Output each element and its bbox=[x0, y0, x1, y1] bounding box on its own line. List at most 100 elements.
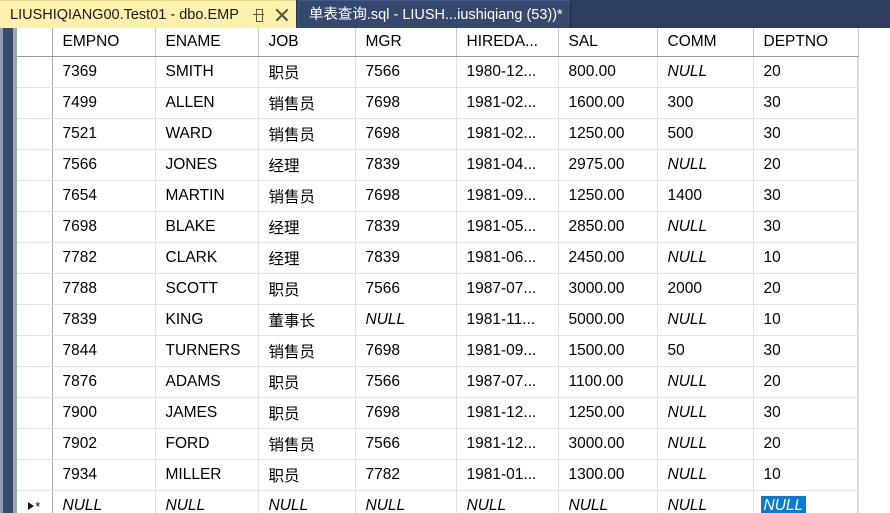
cell-hiredate[interactable]: 1980-12... bbox=[456, 56, 559, 88]
table-row[interactable]: 7788 SCOTT 职员 7566 1987-07... 3000.00 2000 20 bbox=[17, 273, 859, 305]
row-header-cell[interactable] bbox=[17, 242, 53, 274]
cell-comm[interactable]: NULL bbox=[657, 56, 754, 88]
cell-deptno[interactable]: 20 bbox=[753, 428, 859, 460]
cell-deptno[interactable]: 30 bbox=[753, 335, 859, 367]
cell-job[interactable]: NULL bbox=[258, 490, 356, 513]
cell-mgr[interactable]: 7782 bbox=[355, 459, 457, 491]
table-row[interactable]: 7369 SMITH 职员 7566 1980-12... 800.00 NULL 20 bbox=[17, 56, 859, 88]
row-header-cell[interactable] bbox=[17, 118, 53, 150]
cell-ename[interactable]: NULL bbox=[155, 490, 259, 513]
cell-hiredate[interactable]: 1981-01... bbox=[456, 459, 559, 491]
cell-sal[interactable]: 1100.00 bbox=[558, 366, 658, 398]
column-header-gutter[interactable] bbox=[17, 28, 53, 57]
cell-hiredate[interactable]: 1987-07... bbox=[456, 273, 559, 305]
cell-ename[interactable]: FORD bbox=[155, 428, 259, 460]
row-header-cell[interactable] bbox=[17, 459, 53, 491]
cell-deptno[interactable]: 30 bbox=[753, 397, 859, 429]
cell-sal[interactable]: 1250.00 bbox=[558, 397, 658, 429]
table-row[interactable]: 7844 TURNERS 销售员 7698 1981-09... 1500.00 50 30 bbox=[17, 335, 859, 367]
cell-mgr[interactable]: NULL bbox=[355, 490, 457, 513]
cell-sal[interactable]: 1500.00 bbox=[558, 335, 658, 367]
cell-job[interactable]: 经理 bbox=[258, 242, 356, 274]
column-header-sal[interactable]: SAL bbox=[558, 28, 658, 57]
cell-deptno[interactable]: 20 bbox=[753, 273, 859, 305]
column-header-empno[interactable]: EMPNO bbox=[52, 28, 156, 57]
row-header-cell[interactable] bbox=[17, 335, 53, 367]
cell-job[interactable]: 职员 bbox=[258, 273, 356, 305]
cell-deptno[interactable]: 30 bbox=[753, 118, 859, 150]
cell-job[interactable]: 职员 bbox=[258, 366, 356, 398]
cell-mgr[interactable]: 7698 bbox=[355, 335, 457, 367]
cell-empno[interactable]: 7900 bbox=[52, 397, 156, 429]
cell-deptno[interactable]: 10 bbox=[753, 304, 859, 336]
cell-deptno[interactable]: NULL bbox=[753, 490, 859, 513]
cell-deptno[interactable]: 10 bbox=[753, 242, 859, 274]
cell-empno[interactable]: 7839 bbox=[52, 304, 156, 336]
cell-comm[interactable]: NULL bbox=[657, 242, 754, 274]
close-icon[interactable] bbox=[275, 8, 289, 22]
cell-empno[interactable]: 7369 bbox=[52, 56, 156, 88]
tab-dbo-emp[interactable]: LIUSHIQIANG00.Test01 - dbo.EMP bbox=[0, 0, 296, 28]
cell-sal[interactable]: 3000.00 bbox=[558, 273, 658, 305]
row-header-cell[interactable] bbox=[17, 273, 53, 305]
cell-mgr[interactable]: 7839 bbox=[355, 149, 457, 181]
cell-hiredate[interactable]: 1981-09... bbox=[456, 180, 559, 212]
cell-sal[interactable]: 1600.00 bbox=[558, 87, 658, 119]
cell-comm[interactable]: NULL bbox=[657, 428, 754, 460]
cell-deptno[interactable]: 20 bbox=[753, 149, 859, 181]
cell-mgr[interactable]: 7566 bbox=[355, 366, 457, 398]
cell-empno[interactable]: 7788 bbox=[52, 273, 156, 305]
table-row[interactable]: 7499 ALLEN 销售员 7698 1981-02... 1600.00 300 30 bbox=[17, 87, 859, 119]
pin-icon[interactable] bbox=[251, 8, 265, 22]
cell-mgr[interactable]: NULL bbox=[355, 304, 457, 336]
cell-sal[interactable]: 1250.00 bbox=[558, 180, 658, 212]
column-header-mgr[interactable]: MGR bbox=[355, 28, 457, 57]
cell-mgr[interactable]: 7839 bbox=[355, 211, 457, 243]
row-header-cell[interactable] bbox=[17, 149, 53, 181]
cell-empno[interactable]: 7902 bbox=[52, 428, 156, 460]
cell-ename[interactable]: MARTIN bbox=[155, 180, 259, 212]
cell-ename[interactable]: ALLEN bbox=[155, 87, 259, 119]
cell-comm[interactable]: 300 bbox=[657, 87, 754, 119]
table-row[interactable]: 7782 CLARK 经理 7839 1981-06... 2450.00 NULL 10 bbox=[17, 242, 859, 274]
row-header-cell[interactable] bbox=[17, 366, 53, 398]
cell-ename[interactable]: JAMES bbox=[155, 397, 259, 429]
cell-mgr[interactable]: 7698 bbox=[355, 118, 457, 150]
cell-empno[interactable]: NULL bbox=[52, 490, 156, 513]
cell-sal[interactable]: 2975.00 bbox=[558, 149, 658, 181]
cell-hiredate[interactable]: 1981-02... bbox=[456, 118, 559, 150]
cell-empno[interactable]: 7934 bbox=[52, 459, 156, 491]
cell-empno[interactable]: 7654 bbox=[52, 180, 156, 212]
cell-deptno[interactable]: 20 bbox=[753, 56, 859, 88]
row-header-cell[interactable] bbox=[17, 56, 53, 88]
cell-job[interactable]: 经理 bbox=[258, 149, 356, 181]
table-row[interactable]: 7654 MARTIN 销售员 7698 1981-09... 1250.00 1400 30 bbox=[17, 180, 859, 212]
cell-sal[interactable]: 800.00 bbox=[558, 56, 658, 88]
table-row[interactable]: 7876 ADAMS 职员 7566 1987-07... 1100.00 NULL 20 bbox=[17, 366, 859, 398]
cell-mgr[interactable]: 7839 bbox=[355, 242, 457, 274]
cell-ename[interactable]: KING bbox=[155, 304, 259, 336]
cell-ename[interactable]: TURNERS bbox=[155, 335, 259, 367]
cell-sal[interactable]: NULL bbox=[558, 490, 658, 513]
cell-comm[interactable]: NULL bbox=[657, 490, 754, 513]
cell-job[interactable]: 销售员 bbox=[258, 180, 356, 212]
cell-ename[interactable]: WARD bbox=[155, 118, 259, 150]
tab-query-sql[interactable]: 单表查询.sql - LIUSH...iushiqiang (53))* bbox=[297, 0, 571, 28]
table-row[interactable]: 7839 KING 董事长 NULL 1981-11... 5000.00 NULL 10 bbox=[17, 304, 859, 336]
column-header-hiredate[interactable]: HIREDA... bbox=[456, 28, 559, 57]
table-row[interactable]: 7900 JAMES 职员 7698 1981-12... 1250.00 NULL 30 bbox=[17, 397, 859, 429]
cell-hiredate[interactable]: 1981-04... bbox=[456, 149, 559, 181]
table-row[interactable]: 7698 BLAKE 经理 7839 1981-05... 2850.00 NULL 30 bbox=[17, 211, 859, 243]
cell-ename[interactable]: JONES bbox=[155, 149, 259, 181]
cell-job[interactable]: 经理 bbox=[258, 211, 356, 243]
cell-comm[interactable]: 1400 bbox=[657, 180, 754, 212]
cell-hiredate[interactable]: 1981-12... bbox=[456, 397, 559, 429]
cell-job[interactable]: 销售员 bbox=[258, 428, 356, 460]
cell-ename[interactable]: BLAKE bbox=[155, 211, 259, 243]
cell-comm[interactable]: NULL bbox=[657, 149, 754, 181]
cell-job[interactable]: 职员 bbox=[258, 397, 356, 429]
cell-hiredate[interactable]: 1987-07... bbox=[456, 366, 559, 398]
cell-sal[interactable]: 2850.00 bbox=[558, 211, 658, 243]
cell-empno[interactable]: 7782 bbox=[52, 242, 156, 274]
cell-sal[interactable]: 2450.00 bbox=[558, 242, 658, 274]
